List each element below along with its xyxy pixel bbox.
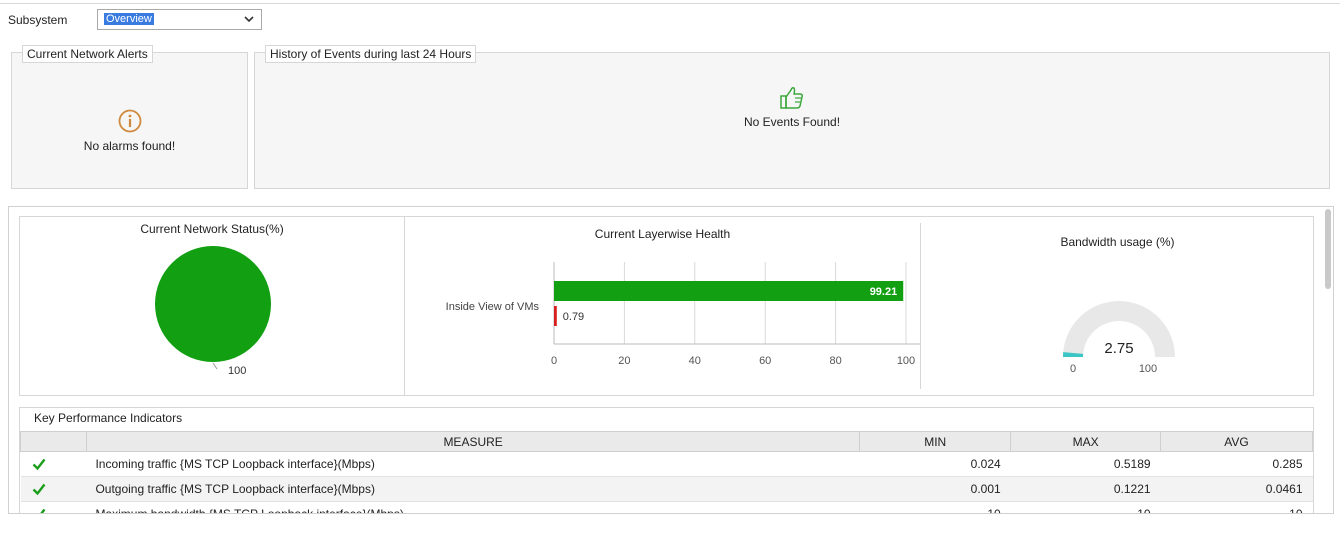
subsystem-select[interactable]: Overview — [97, 9, 262, 30]
check-icon — [39, 508, 45, 513]
info-icon — [118, 109, 142, 133]
bar — [554, 306, 557, 326]
table-row[interactable]: Outgoing traffic {MS TCP Loopback interf… — [20, 476, 1313, 502]
kpi-panel: Key Performance Indicators MEASURE MIN M… — [19, 407, 1314, 513]
kpi-header-row: MEASURE MIN MAX AVG — [20, 431, 1313, 452]
pie-label-connector — [212, 362, 218, 370]
pie-slice — [155, 246, 271, 362]
max-cell: 10 — [1010, 501, 1161, 513]
events-history-title: History of Events during last 24 Hours — [265, 45, 477, 63]
x-tick-label: 60 — [759, 355, 771, 367]
max-column-header[interactable]: MAX — [1010, 431, 1162, 452]
network-alerts-title: Current Network Alerts — [22, 45, 153, 63]
kpi-table: MEASURE MIN MAX AVG Incoming traffic {MS… — [20, 431, 1313, 513]
charts-row: Current Network Status(%) 100 Current La… — [19, 216, 1314, 396]
x-tick-label: 100 — [897, 355, 915, 367]
network-status-chart: Current Network Status(%) 100 — [20, 217, 405, 395]
y-category-label: Inside View of VMs — [446, 301, 540, 313]
max-cell: 0.5189 — [1010, 451, 1161, 477]
min-cell: 0.024 — [859, 451, 1011, 477]
top-divider — [0, 3, 1340, 4]
layerwise-health-chart: Current Layerwise Health 0 20 40 60 80 100 Ins… — [405, 217, 920, 395]
chevron-down-icon — [244, 16, 254, 23]
x-tick-label: 0 — [551, 355, 557, 367]
bar-value-label: 0.79 — [563, 311, 584, 323]
subsystem-selected-value: Overview — [104, 13, 154, 25]
max-cell: 0.1221 — [1010, 476, 1161, 502]
table-row[interactable]: Incoming traffic {MS TCP Loopback interf… — [20, 451, 1313, 477]
avg-column-header[interactable]: AVG — [1160, 431, 1313, 452]
measure-cell: Incoming traffic {MS TCP Loopback interf… — [86, 451, 860, 477]
subsystem-label: Subsystem — [8, 13, 68, 27]
pie-label: 100 — [228, 365, 246, 377]
min-column-header[interactable]: MIN — [859, 431, 1012, 452]
layerwise-health-bars: 0 20 40 60 80 100 Inside View of VMs 99.21 0.79 — [446, 262, 920, 367]
table-row[interactable]: Maximum bandwidth {MS TCP Loopback inter… — [20, 501, 1313, 513]
no-events-message: No Events Found! — [743, 115, 841, 129]
bar-value-label: 99.21 — [870, 286, 898, 298]
avg-cell: 0.0461 — [1160, 476, 1313, 502]
gauge-value-label: 2.75 — [1104, 340, 1133, 357]
dashboard-frame: Current Network Status(%) 100 Current La… — [8, 206, 1334, 514]
measure-column-header[interactable]: MEASURE — [85, 431, 861, 452]
min-cell: 0.001 — [859, 476, 1011, 502]
bar — [554, 281, 904, 301]
measure-cell: Maximum bandwidth {MS TCP Loopback inter… — [86, 501, 860, 513]
gauge-max-label: 100 — [1139, 363, 1157, 375]
measure-cell: Outgoing traffic {MS TCP Loopback interf… — [86, 476, 860, 502]
avg-cell: 10 — [1160, 501, 1313, 513]
gauge-min-label: 0 — [1070, 363, 1076, 375]
bandwidth-gauge: 2.75 0 100 — [1063, 301, 1175, 375]
thumbs-up-icon — [780, 87, 804, 109]
no-alarms-message: No alarms found! — [83, 139, 176, 153]
vertical-scrollbar[interactable] — [1325, 209, 1331, 289]
x-tick-label: 80 — [829, 355, 841, 367]
network-status-pie: 100 — [155, 246, 271, 377]
check-icon — [32, 483, 45, 496]
check-icon — [32, 458, 45, 471]
bandwidth-gauge-chart: Bandwidth usage (%) 2.75 0 100 — [921, 217, 1314, 395]
min-cell: 10 — [859, 501, 1011, 513]
x-tick-label: 20 — [618, 355, 630, 367]
avg-cell: 0.285 — [1160, 451, 1313, 477]
kpi-title: Key Performance Indicators — [34, 411, 183, 425]
status-column-header[interactable] — [20, 431, 87, 452]
network-alerts-panel: Current Network Alerts No alarms found! — [11, 45, 248, 189]
events-history-panel: History of Events during last 24 Hours N… — [254, 45, 1330, 189]
x-tick-label: 40 — [689, 355, 701, 367]
